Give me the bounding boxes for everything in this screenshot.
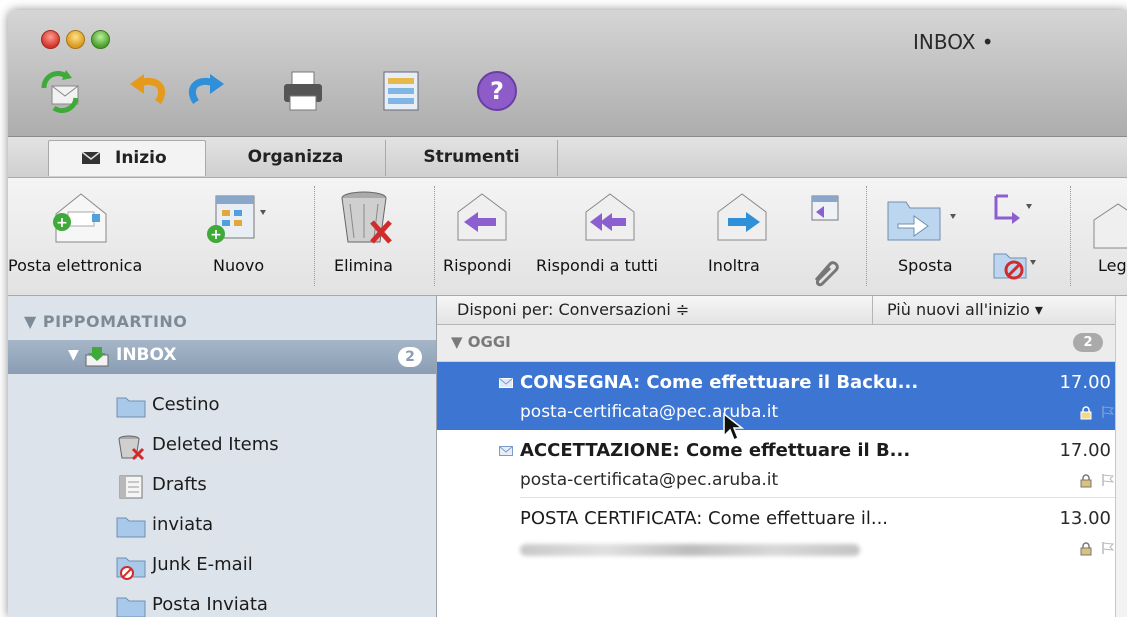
message-subject: ACCETTAZIONE: Come effettuare il B... [520,440,911,461]
tab-label: Organizza [247,147,344,167]
layout-icon[interactable] [378,68,424,114]
svg-text:+: + [56,215,68,231]
leggi-label[interactable]: Leg [1098,256,1127,275]
message-row[interactable]: CONSEGNA: Come effettuare il Backu... po… [437,362,1127,430]
junk-folder-icon [116,557,146,580]
message-list: Disponi per: Conversazioni ≑ Più nuovi a… [437,296,1127,617]
print-icon[interactable] [280,68,326,114]
svg-text:+: + [210,227,222,243]
ribbon-separator [1070,186,1071,286]
folder-label: Cestino [152,394,220,415]
meeting-reply-icon[interactable] [808,192,842,224]
flag-icon[interactable] [1101,541,1115,555]
ribbon: + Posta elettronica + Nuovo Elimina Risp… [8,178,1127,296]
blurred-sender [520,544,860,556]
ribbon-tabs: Inizio Organizza Strumenti [8,137,1127,178]
minimize-window-button[interactable] [66,30,85,49]
flag-icon[interactable] [1101,405,1115,419]
message-time: 13.00 [1059,508,1111,529]
new-item-icon[interactable]: + [204,188,270,248]
new-email-icon[interactable]: + [48,188,114,248]
sort-order-dropdown[interactable]: Più nuovi all'inizio ▾ [887,300,1043,319]
inbox-icon [85,347,109,367]
message-subject: CONSEGNA: Come effettuare il Backu... [520,372,919,393]
attachment-icon[interactable] [808,256,842,288]
posta-elettronica-label[interactable]: Posta elettronica [8,256,142,275]
lock-icon [1080,542,1092,556]
zoom-window-button[interactable] [91,30,110,49]
rispondi-a-tutti-label[interactable]: Rispondi a tutti [536,256,658,275]
folder-label: Drafts [152,474,207,495]
folder-label: Posta Inviata [152,594,268,615]
mail-window: INBOX • ? Inizio Organizza Strumenti + P… [8,10,1127,617]
read-icon[interactable] [1088,200,1127,250]
disclosure-triangle-icon[interactable]: ▼ [451,333,468,351]
lock-icon [1080,474,1092,488]
message-time: 17.00 [1059,440,1111,461]
folder-label: Deleted Items [152,434,279,455]
group-count-badge: 2 [1073,333,1103,352]
message-sender: posta-certificata@pec.aruba.it [520,470,779,490]
unread-count-badge: 2 [398,347,422,367]
ribbon-separator [866,186,867,286]
unread-envelope-icon [499,446,513,456]
junk-folder-icon[interactable] [992,246,1040,282]
window-title: INBOX • [913,30,994,54]
tab-inizio[interactable]: Inizio [48,140,206,176]
list-header: Disponi per: Conversazioni ≑ Più nuovi a… [437,296,1127,325]
inoltra-label[interactable]: Inoltra [708,256,760,275]
folder-label: inviata [152,514,214,535]
tab-strumenti[interactable]: Strumenti [386,140,558,176]
svg-text:?: ? [490,77,504,105]
reply-all-icon[interactable] [580,188,640,248]
trash-folder-icon [118,435,145,460]
title-bar: INBOX • ? [8,10,1127,137]
rispondi-label[interactable]: Rispondi [443,256,512,275]
reading-pane-edge [1115,296,1127,617]
unread-envelope-icon [499,378,513,388]
ribbon-separator [314,186,315,286]
ribbon-separator [434,186,435,286]
move-folder-icon[interactable] [884,188,960,248]
header-divider [872,296,873,324]
redo-icon[interactable] [182,68,228,114]
folder-icon [116,397,146,418]
folder-sidebar: ▼ PIPPOMARTINO ▼ INBOX 2 Cestino Deleted… [8,296,437,617]
message-subject: POSTA CERTIFICATA: Come effettuare il... [520,508,889,529]
group-header-today[interactable]: ▼ OGGI 2 [437,325,1127,362]
help-icon[interactable]: ? [474,68,520,114]
trash-icon[interactable] [332,188,398,248]
account-name: PIPPOMARTINO [42,312,188,331]
sidebar-item-inbox[interactable]: ▼ INBOX 2 [8,340,436,374]
envelope-icon [81,151,101,164]
message-row[interactable]: ACCETTAZIONE: Come effettuare il B... po… [437,430,1127,498]
elimina-label[interactable]: Elimina [334,256,393,275]
sposta-label[interactable]: Sposta [898,256,953,275]
undo-icon[interactable] [126,68,172,114]
tab-label: Inizio [115,148,167,168]
tab-label: Strumenti [423,147,520,167]
folder-icon [116,517,146,538]
folder-label: Junk E-mail [152,554,253,575]
account-header[interactable]: ▼ PIPPOMARTINO [24,312,187,331]
disclosure-triangle-icon[interactable]: ▼ [24,312,37,331]
nuovo-label[interactable]: Nuovo [213,256,264,275]
message-time: 17.00 [1059,372,1111,393]
rules-icon[interactable] [992,190,1036,226]
group-label: OGGI [467,333,511,351]
sync-icon[interactable] [38,68,84,114]
mouse-cursor-icon [723,412,744,442]
arrange-by-dropdown[interactable]: Disponi per: Conversazioni ≑ [457,300,689,319]
lock-icon [1080,406,1092,420]
forward-icon[interactable] [712,188,772,248]
flag-icon[interactable] [1101,473,1115,487]
tab-organizza[interactable]: Organizza [206,140,386,176]
reply-icon[interactable] [452,188,512,248]
message-row[interactable]: POSTA CERTIFICATA: Come effettuare il...… [437,498,1127,566]
drafts-icon [119,475,143,499]
disclosure-triangle-icon[interactable]: ▼ [68,347,79,363]
inbox-label: INBOX [116,345,177,365]
close-window-button[interactable] [41,30,60,49]
folder-icon [116,597,146,617]
